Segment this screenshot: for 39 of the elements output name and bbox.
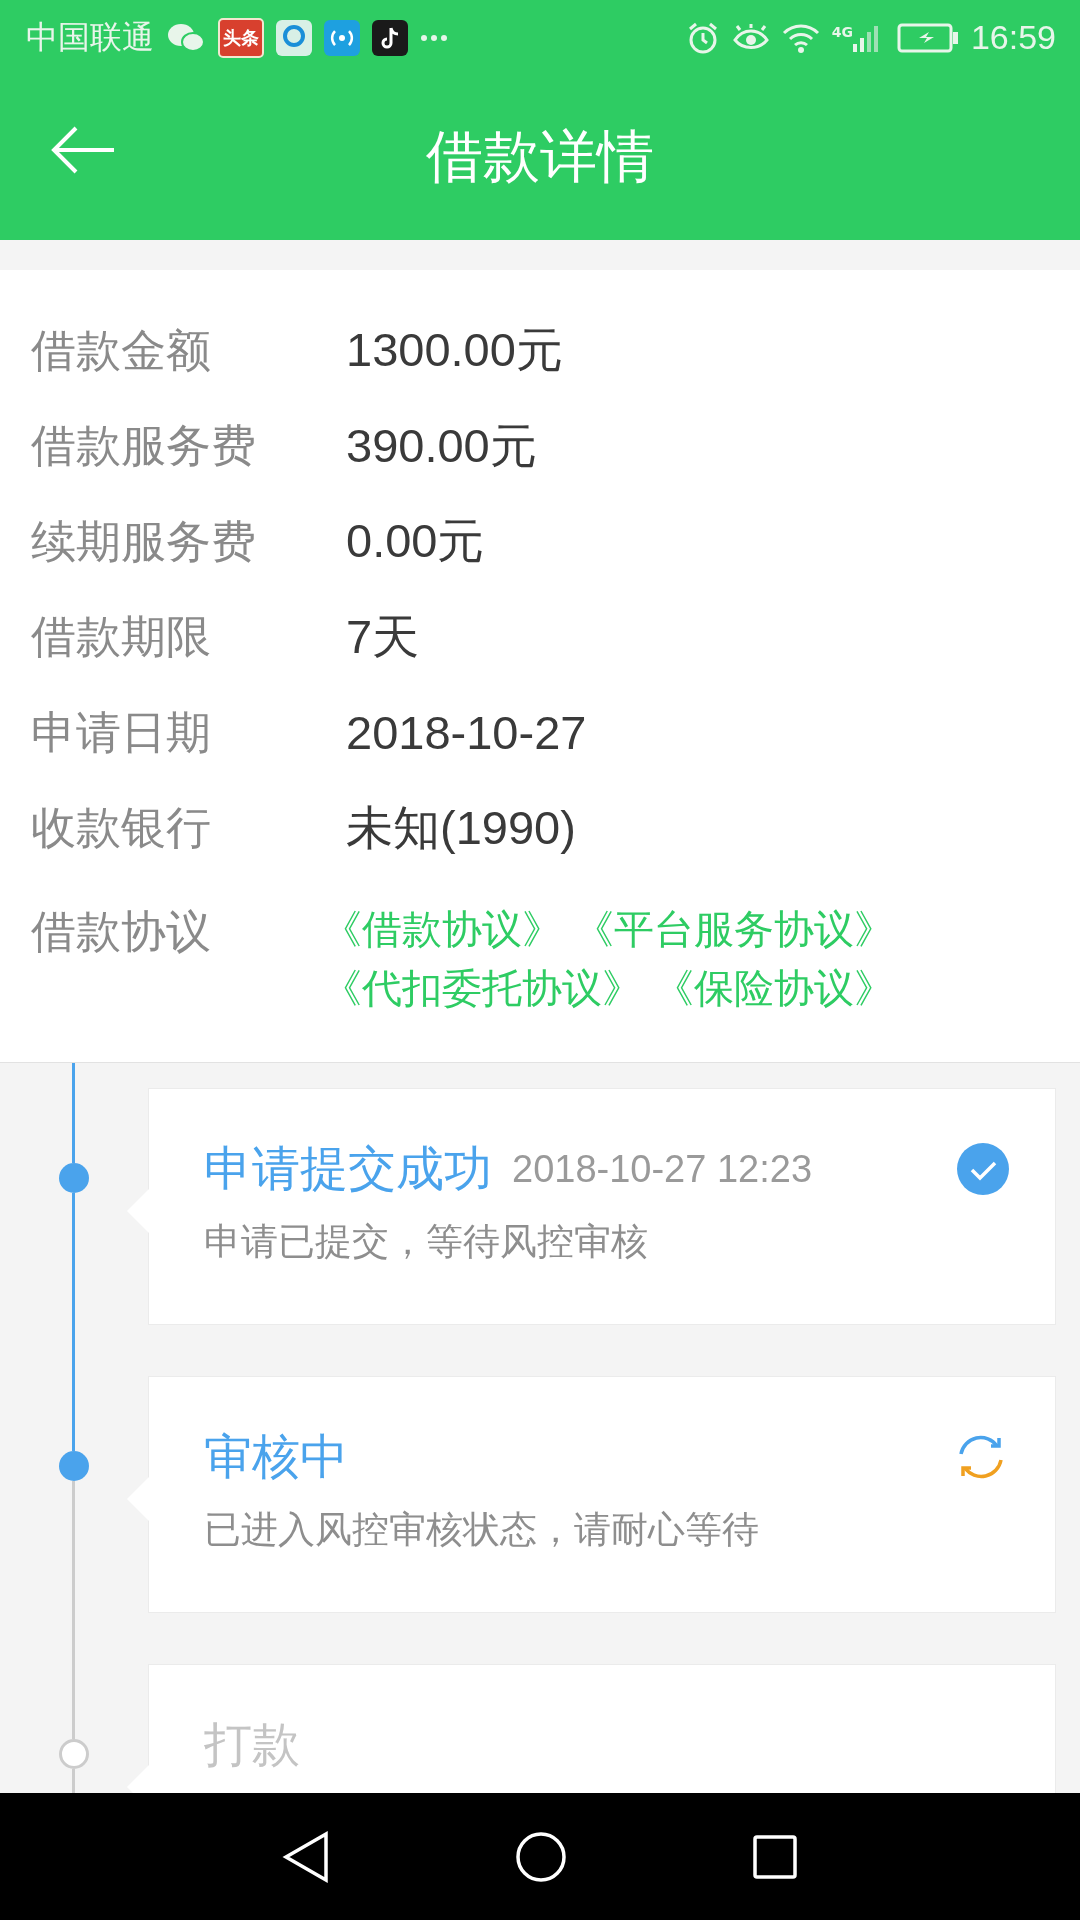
- detail-label: 借款期限: [31, 609, 212, 666]
- agreement-link[interactable]: 《平台服务协议》: [574, 902, 894, 957]
- detail-label: 申请日期: [31, 704, 212, 761]
- more-icon: [420, 33, 448, 42]
- wifi-icon: [781, 21, 820, 54]
- detail-value: 未知(1990): [346, 799, 576, 856]
- step-description: 已进入风控审核状态，请耐心等待: [204, 1507, 760, 1553]
- agreement-link[interactable]: 《代扣委托协议》: [322, 961, 642, 1016]
- app-icon: [276, 19, 312, 56]
- agreement-link[interactable]: 《借款协议》: [322, 902, 562, 957]
- detail-label: 借款服务费: [31, 418, 257, 475]
- detail-value: 0.00元: [346, 513, 485, 570]
- network-type: 4G: [831, 23, 853, 40]
- detail-value: 7天: [346, 608, 420, 665]
- app-badge: 头条: [218, 17, 264, 58]
- recents-nav-icon[interactable]: [751, 1833, 798, 1880]
- detail-label: 借款金额: [31, 322, 212, 379]
- detail-value: 390.00元: [346, 417, 537, 474]
- detail-label: 借款协议: [31, 904, 212, 960]
- agreement-link[interactable]: 《保险协议》: [654, 961, 894, 1016]
- check-icon: [957, 1143, 1009, 1195]
- eye-icon: [731, 23, 770, 52]
- step-time: 2018-10-27 12:23: [512, 1147, 813, 1191]
- detail-label: 续期服务费: [31, 513, 257, 570]
- detail-value: 1300.00元: [346, 322, 563, 379]
- detail-value: 2018-10-27: [346, 705, 587, 761]
- music-app-icon: [372, 19, 408, 56]
- signal-app-icon: [324, 19, 360, 56]
- carrier-name: 中国联通: [26, 16, 154, 58]
- battery-icon: [896, 22, 959, 53]
- step-title: 审核中: [204, 1427, 348, 1486]
- step-title: 申请提交成功: [204, 1139, 492, 1198]
- detail-label: 收款银行: [31, 800, 212, 857]
- page-title: 借款详情: [426, 122, 654, 191]
- step-title: 打款: [204, 1715, 300, 1774]
- back-nav-icon[interactable]: [282, 1830, 331, 1883]
- step-description: 申请已提交，等待风控审核: [204, 1219, 649, 1265]
- home-nav-icon[interactable]: [515, 1830, 567, 1883]
- clock-time: 16:59: [970, 18, 1056, 57]
